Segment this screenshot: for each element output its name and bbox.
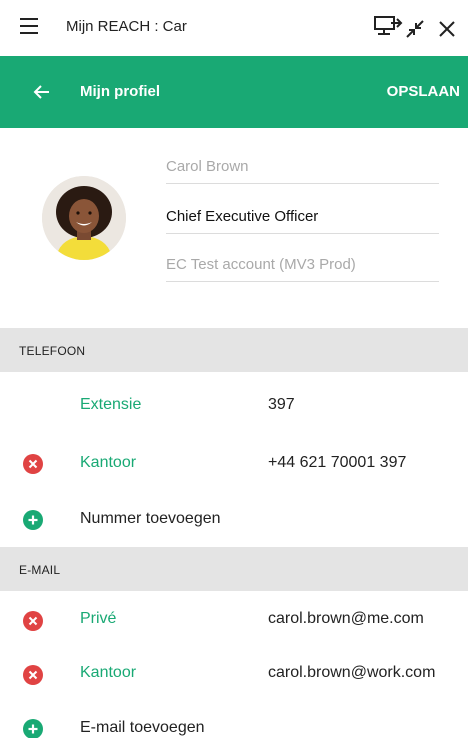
- hamburger-menu-icon[interactable]: [20, 18, 38, 38]
- section-header-email: E-MAIL: [0, 547, 468, 591]
- screen-share-icon[interactable]: [374, 14, 404, 43]
- remove-icon[interactable]: [23, 454, 43, 474]
- title-bar: Mijn REACH : Car: [0, 0, 468, 56]
- email-row-label[interactable]: Privé: [80, 610, 116, 628]
- profile-header: Mijn profiel OPSLAAN: [0, 56, 468, 128]
- minimize-icon[interactable]: [404, 18, 426, 45]
- section-header-phone: TELEFOON: [0, 328, 468, 372]
- remove-icon[interactable]: [23, 611, 43, 631]
- add-phone-button[interactable]: Nummer toevoegen: [80, 510, 221, 528]
- email-row-value[interactable]: carol.brown@me.com: [268, 610, 424, 628]
- remove-icon[interactable]: [23, 665, 43, 685]
- avatar[interactable]: [42, 176, 126, 260]
- back-arrow-icon[interactable]: [32, 82, 52, 107]
- phone-row-value[interactable]: 397: [268, 396, 295, 414]
- page-title: Mijn profiel: [80, 83, 160, 100]
- add-icon[interactable]: [23, 510, 43, 530]
- account-field[interactable]: EC Test account (MV3 Prod): [166, 250, 439, 282]
- name-field[interactable]: Carol Brown: [166, 152, 439, 184]
- add-icon[interactable]: [23, 719, 43, 738]
- email-row-label[interactable]: Kantoor: [80, 664, 136, 682]
- phone-row-label[interactable]: Kantoor: [80, 454, 136, 472]
- save-button[interactable]: OPSLAAN: [387, 83, 460, 100]
- phone-row-value[interactable]: +44 621 70001 397: [268, 454, 406, 472]
- add-email-button[interactable]: E-mail toevoegen: [80, 719, 205, 737]
- phone-row-label[interactable]: Extensie: [80, 396, 141, 414]
- window-title: Mijn REACH : Car: [66, 18, 187, 35]
- email-row-value[interactable]: carol.brown@work.com: [268, 664, 435, 682]
- job-title-field[interactable]: Chief Executive Officer: [166, 202, 439, 234]
- close-icon[interactable]: [437, 19, 457, 44]
